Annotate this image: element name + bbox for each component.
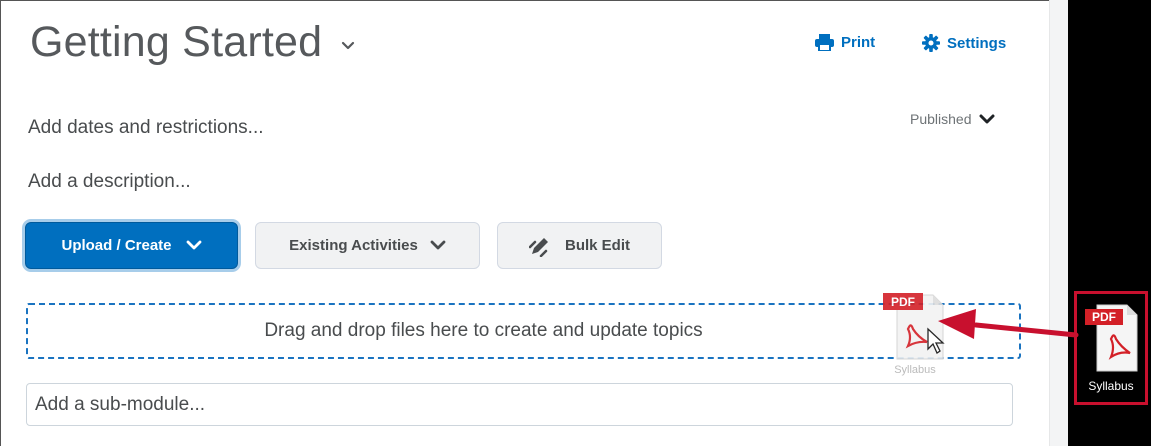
pdf-file-icon: PDF <box>1085 304 1138 372</box>
file-dropzone[interactable]: Drag and drop files here to create and u… <box>26 303 1021 359</box>
add-description-link[interactable]: Add a description... <box>28 171 191 193</box>
dropzone-text: Drag and drop files here to create and u… <box>264 320 703 341</box>
pdf-badge: PDF <box>1092 310 1116 324</box>
existing-activities-button[interactable]: Existing Activities <box>255 222 480 269</box>
bulk-edit-label: Bulk Edit <box>564 237 630 254</box>
status-dropdown[interactable]: Published <box>910 111 995 127</box>
print-button[interactable]: Print <box>815 34 875 51</box>
submodule-placeholder: Add a sub-module... <box>35 393 206 415</box>
dragged-file-label: Syllabus <box>894 364 936 376</box>
chevron-down-icon <box>430 240 446 250</box>
red-arrow-icon <box>938 309 1079 339</box>
settings-button[interactable]: Settings <box>922 34 1006 52</box>
scroll-gutter[interactable] <box>1049 0 1068 446</box>
module-title-row[interactable]: Getting Started <box>30 18 356 67</box>
chevron-down-icon <box>186 240 201 250</box>
chevron-down-icon[interactable] <box>340 38 356 54</box>
bulk-edit-button[interactable]: Bulk Edit <box>497 222 662 269</box>
print-label: Print <box>841 34 876 51</box>
status-label: Published <box>910 111 972 127</box>
add-submodule-input[interactable]: Add a sub-module... <box>26 383 1013 426</box>
gear-icon <box>922 34 940 52</box>
settings-label: Settings <box>947 34 1007 52</box>
pencil-icon <box>528 237 548 257</box>
printer-icon <box>815 34 834 51</box>
desktop-file-syllabus[interactable]: PDF Syllabus <box>1074 291 1148 405</box>
page-title: Getting Started <box>30 18 323 66</box>
svg-text:PDF: PDF <box>891 295 915 309</box>
upload-create-label: Upload / Create <box>61 237 172 254</box>
add-dates-link[interactable]: Add dates and restrictions... <box>28 117 264 139</box>
desktop-file-label: Syllabus <box>1088 379 1134 393</box>
upload-create-button[interactable]: Upload / Create <box>25 222 238 269</box>
chevron-down-icon <box>979 114 994 123</box>
existing-activities-label: Existing Activities <box>289 237 418 254</box>
